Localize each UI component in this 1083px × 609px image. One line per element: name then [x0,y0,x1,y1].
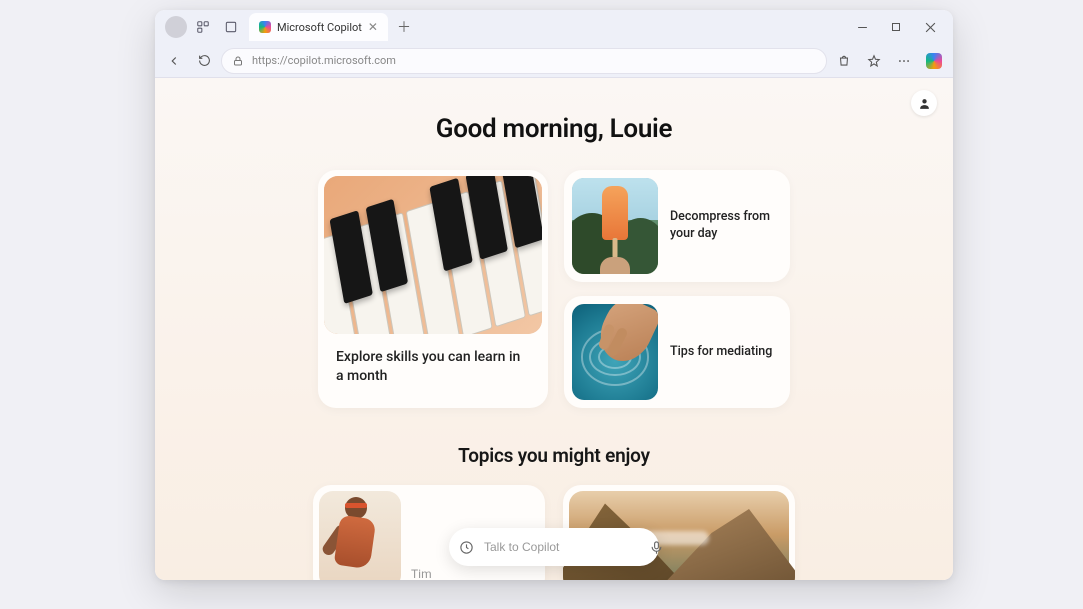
favorites-icon[interactable] [861,48,887,74]
tab-actions-icon[interactable] [219,15,243,39]
card-image-water [572,304,658,400]
prompt-bar [449,528,659,566]
site-info-lock-icon[interactable] [232,55,244,67]
workspaces-icon[interactable] [191,15,215,39]
card-tips-mediating[interactable]: Tips for mediating [564,296,790,408]
minimize-button[interactable] [847,13,877,41]
window-controls [847,13,945,41]
topic-image-runner [319,491,401,580]
refresh-button[interactable] [191,48,217,74]
topic-label-partial: Tim [411,567,432,580]
history-icon[interactable] [459,538,474,556]
new-tab-button[interactable]: ＋ [392,15,416,39]
browser-tab[interactable]: Microsoft Copilot ✕ [249,13,388,41]
more-menu-icon[interactable] [891,48,917,74]
page-content: Good morning, Louie Explore skills you c… [155,78,953,580]
url-text: https://copilot.microsoft.com [252,54,396,67]
card-label: Explore skills you can learn in a month [324,334,542,386]
copilot-favicon-icon [259,21,271,33]
card-decompress[interactable]: Decompress from your day [564,170,790,282]
shopping-icon[interactable] [831,48,857,74]
address-field[interactable]: https://copilot.microsoft.com [221,48,827,74]
close-window-button[interactable] [915,13,945,41]
tab-title: Microsoft Copilot [277,21,362,34]
card-explore-skills[interactable]: Explore skills you can learn in a month [318,170,548,408]
browser-window: Microsoft Copilot ✕ ＋ h [155,10,953,580]
titlebar: Microsoft Copilot ✕ ＋ [155,10,953,44]
address-bar-row: https://copilot.microsoft.com [155,44,953,78]
account-avatar-button[interactable] [911,90,937,116]
microphone-icon[interactable] [649,538,664,556]
copilot-sidebar-icon[interactable] [921,48,947,74]
topics-heading: Topics you might enjoy [155,444,953,467]
maximize-button[interactable] [881,13,911,41]
close-tab-icon[interactable]: ✕ [368,20,378,34]
prompt-input[interactable] [484,540,639,554]
back-button[interactable] [161,48,187,74]
card-image-piano [324,176,542,334]
card-image-popsicle [572,178,658,274]
greeting-heading: Good morning, Louie [155,114,953,144]
profile-avatar-icon[interactable] [165,16,187,38]
suggestion-cards: Explore skills you can learn in a month … [155,170,953,408]
card-label: Tips for mediating [670,344,778,361]
card-label: Decompress from your day [670,209,782,243]
